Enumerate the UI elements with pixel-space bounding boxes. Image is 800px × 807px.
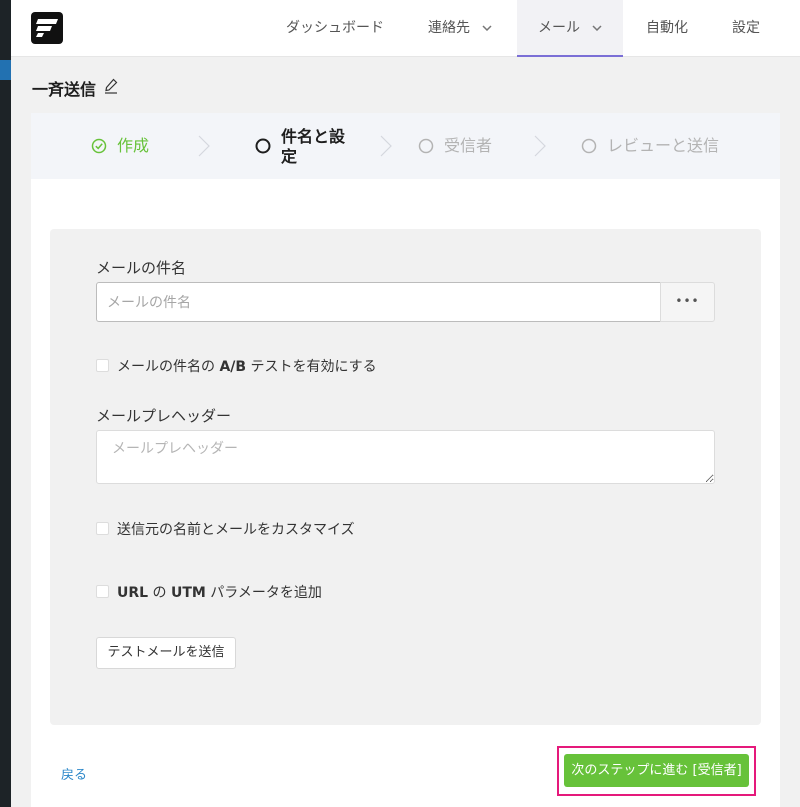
logo-icon	[36, 19, 58, 37]
admin-sidebar-strip	[0, 0, 11, 807]
step-label: 受信者	[444, 136, 493, 155]
ab-test-label-b: A/B	[219, 359, 247, 375]
utm-checkbox[interactable]	[96, 585, 109, 598]
preheader-textarea[interactable]	[96, 430, 715, 484]
chevron-right-icon	[380, 135, 392, 157]
nav-contacts-label: 連絡先	[428, 20, 470, 36]
step-label: レビューと送信	[607, 136, 720, 155]
chevron-right-icon	[534, 135, 546, 157]
next-step-button[interactable]: 次のステップに進む [受信者]	[564, 754, 749, 787]
campaign-panel: 作成 件名と設 定 受信者 レビューと送信 メールの件名 •••	[31, 113, 780, 807]
ab-test-label-a: メールの件名の	[117, 359, 220, 375]
check-circle-icon	[91, 138, 107, 154]
subject-input[interactable]	[96, 282, 661, 322]
top-navigation: ダッシュボード 連絡先 メール 自動化 設定	[11, 0, 800, 57]
nav-email-label: メール	[538, 20, 580, 36]
ab-test-checkbox[interactable]	[96, 359, 109, 372]
nav-contacts[interactable]: 連絡先	[416, 0, 504, 57]
ab-test-label-c: テストを有効にする	[246, 359, 377, 375]
step-label: 作成	[117, 136, 150, 155]
nav-dashboard[interactable]: ダッシュボード	[274, 0, 396, 57]
step-label: 件名と設 定	[281, 127, 346, 166]
customize-sender-label: 送信元の名前とメールをカスタマイズ	[117, 522, 355, 538]
admin-menu-current-marker	[0, 60, 11, 80]
app-logo[interactable]	[31, 12, 63, 44]
chevron-down-icon	[592, 25, 602, 31]
back-link[interactable]: 戻る	[61, 764, 87, 783]
utm-label-b: の	[148, 585, 171, 601]
edit-pencil-icon[interactable]	[104, 78, 118, 94]
chevron-down-icon	[482, 25, 492, 31]
circle-outline-icon	[581, 138, 597, 154]
utm-checkbox-row[interactable]: URL の UTM パラメータを追加	[96, 582, 322, 602]
circle-outline-icon	[255, 138, 271, 154]
preheader-label: メールプレヘッダー	[96, 407, 232, 425]
utm-label-a: URL	[117, 585, 149, 601]
nav-automation[interactable]: 自動化	[634, 0, 700, 57]
subject-label: メールの件名	[96, 259, 187, 277]
subject-options-button[interactable]: •••	[660, 282, 715, 322]
utm-label-c: UTM	[170, 585, 206, 601]
next-button-highlight: 次のステップに進む [受信者]	[557, 746, 756, 796]
nav-dashboard-label: ダッシュボード	[286, 20, 384, 36]
subject-settings-form: メールの件名 ••• メールの件名の A/B テストを有効にする メールプレヘッ…	[50, 229, 761, 725]
nav-settings[interactable]: 設定	[720, 0, 772, 57]
nav-automation-label: 自動化	[646, 20, 688, 36]
stepper: 作成 件名と設 定 受信者 レビューと送信	[31, 113, 780, 179]
chevron-right-icon	[198, 135, 210, 157]
nav-settings-label: 設定	[732, 20, 760, 36]
send-test-email-button[interactable]: テストメールを送信	[96, 637, 236, 669]
circle-outline-icon	[418, 138, 434, 154]
utm-label-d: パラメータを追加	[205, 585, 322, 601]
page-title: 一斉送信	[32, 80, 97, 99]
customize-sender-checkbox-row[interactable]: 送信元の名前とメールをカスタマイズ	[96, 519, 355, 539]
nav-email[interactable]: メール	[517, 0, 623, 57]
customize-sender-checkbox[interactable]	[96, 522, 109, 535]
ab-test-checkbox-row[interactable]: メールの件名の A/B テストを有効にする	[96, 356, 377, 376]
